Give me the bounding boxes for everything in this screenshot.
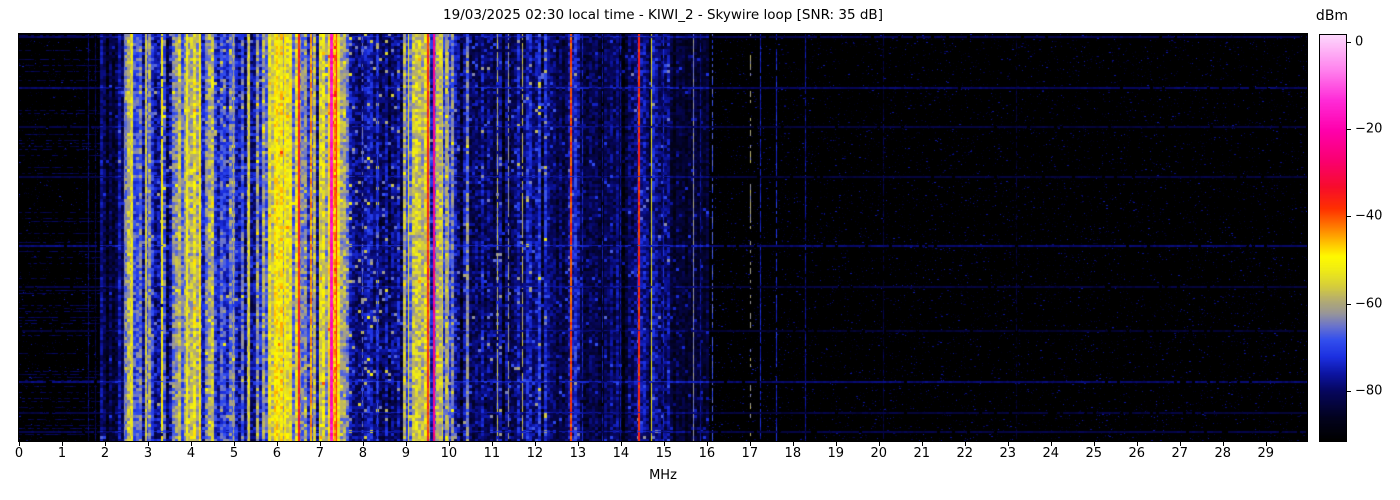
x-tick-label: 11 (483, 446, 501, 461)
colorbar-tick-mark (1347, 129, 1351, 131)
x-tick-label: 1 (57, 446, 67, 461)
x-tick-label: 2 (100, 446, 110, 461)
colorbar-tick-label: −60 (1355, 296, 1383, 312)
colorbar-tick-label: −80 (1355, 383, 1383, 399)
x-axis-label: MHz (649, 468, 677, 483)
colorbar-tick-label: −20 (1355, 121, 1383, 137)
x-tick-label: 7 (315, 446, 325, 461)
x-tick-label: 27 (1171, 446, 1189, 461)
x-tick-label: 14 (612, 446, 630, 461)
x-tick-label: 18 (784, 446, 802, 461)
colorbar-tick-label: 0 (1355, 34, 1364, 50)
colorbar-tick-label: −40 (1355, 208, 1383, 224)
x-tick-label: 26 (1128, 446, 1146, 461)
x-tick-label: 23 (999, 446, 1017, 461)
x-tick-label: 19 (827, 446, 845, 461)
colorbar-tick-mark (1347, 216, 1351, 218)
colorbar-unit-label: dBm (1315, 8, 1349, 24)
x-tick-label: 29 (1257, 446, 1274, 461)
x-tick-label: 3 (143, 446, 153, 461)
x-tick-label: 16 (698, 446, 716, 461)
spectrogram-figure: 19/03/2025 02:30 local time - KIWI_2 - S… (0, 0, 1400, 500)
colorbar-tick-mark (1347, 41, 1351, 43)
colorbar-gradient (1320, 35, 1346, 441)
x-tick-label: 24 (1042, 446, 1060, 461)
colorbar-tick-mark (1347, 391, 1351, 393)
colorbar-tick-mark (1347, 303, 1351, 305)
x-tick-label: 28 (1214, 446, 1232, 461)
x-tick-label: 22 (956, 446, 974, 461)
x-tick-label: 12 (526, 446, 544, 461)
x-tick-label: 17 (741, 446, 759, 461)
waterfall-plot-area (18, 33, 1308, 442)
x-tick-label: 20 (870, 446, 888, 461)
x-tick-label: 15 (655, 446, 673, 461)
x-tick-label: 13 (569, 446, 587, 461)
x-tick-label: 6 (272, 446, 282, 461)
x-tick-label: 8 (358, 446, 368, 461)
x-tick-label: 25 (1085, 446, 1103, 461)
x-tick-label: 9 (401, 446, 411, 461)
x-tick-label: 5 (229, 446, 239, 461)
plot-title: 19/03/2025 02:30 local time - KIWI_2 - S… (443, 7, 883, 23)
colorbar (1319, 34, 1347, 442)
x-tick-label: 4 (186, 446, 196, 461)
x-tick-label: 21 (913, 446, 931, 461)
x-tick-label: 0 (14, 446, 24, 461)
x-tick-label: 10 (440, 446, 458, 461)
waterfall-heatmap (19, 34, 1307, 441)
